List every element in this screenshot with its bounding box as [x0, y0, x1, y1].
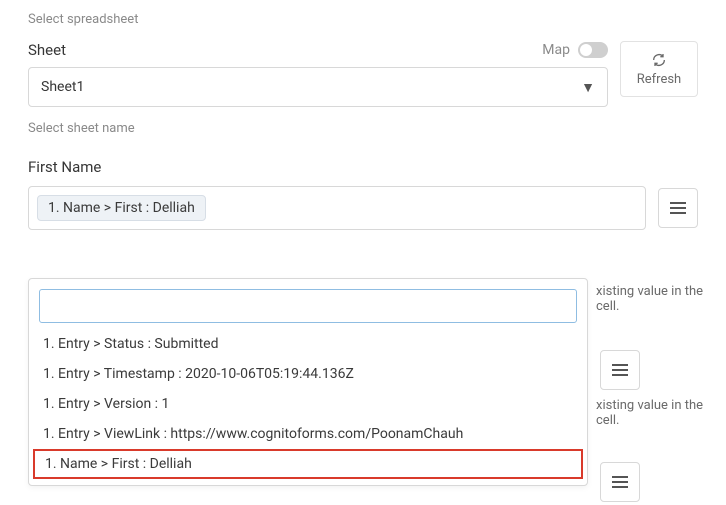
field-menu-button[interactable] — [658, 188, 698, 228]
menu-icon — [612, 364, 628, 376]
spreadsheet-help: Select spreadsheet — [28, 12, 698, 27]
dropdown-list[interactable]: 1. Entry > Status : Submitted1. Entry > … — [29, 329, 587, 485]
map-label: Map — [542, 42, 570, 58]
dropdown-search-input[interactable] — [50, 298, 566, 314]
refresh-button[interactable]: Refresh — [620, 41, 698, 97]
dropdown-item[interactable]: 1. Name > First : Delliah — [33, 449, 583, 479]
dropdown-item[interactable]: 1. Entry > Timestamp : 2020-10-06T05:19:… — [29, 359, 587, 389]
first-name-label: First Name — [28, 158, 698, 176]
menu-icon — [670, 202, 686, 214]
sheet-help: Select sheet name — [28, 121, 698, 136]
field-menu-button-3[interactable] — [600, 462, 640, 502]
first-name-chip[interactable]: 1. Name > First : Delliah — [37, 195, 206, 221]
menu-icon — [612, 476, 628, 488]
sheet-select[interactable]: Sheet1 ▼ — [28, 67, 608, 107]
refresh-icon — [651, 52, 667, 68]
dropdown-item[interactable]: 1. Entry > Version : 1 — [29, 389, 587, 419]
dropdown-item[interactable]: 1. Entry > ViewLink : https://www.cognit… — [29, 419, 587, 449]
caret-down-icon: ▼ — [581, 79, 595, 96]
sheet-select-value: Sheet1 — [41, 79, 84, 95]
note-text-2: xisting value in the cell. — [596, 398, 726, 428]
first-name-input[interactable]: 1. Name > First : Delliah — [28, 186, 646, 230]
dropdown-search[interactable] — [39, 289, 577, 323]
sheet-label: Sheet — [28, 41, 66, 59]
field-picker-dropdown: 1. Entry > Status : Submitted1. Entry > … — [28, 278, 588, 486]
refresh-label: Refresh — [637, 72, 681, 87]
note-text-1: xisting value in the cell. — [596, 284, 726, 314]
dropdown-item[interactable]: 1. Entry > Status : Submitted — [29, 329, 587, 359]
field-menu-button-2[interactable] — [600, 350, 640, 390]
map-toggle[interactable] — [578, 42, 608, 58]
